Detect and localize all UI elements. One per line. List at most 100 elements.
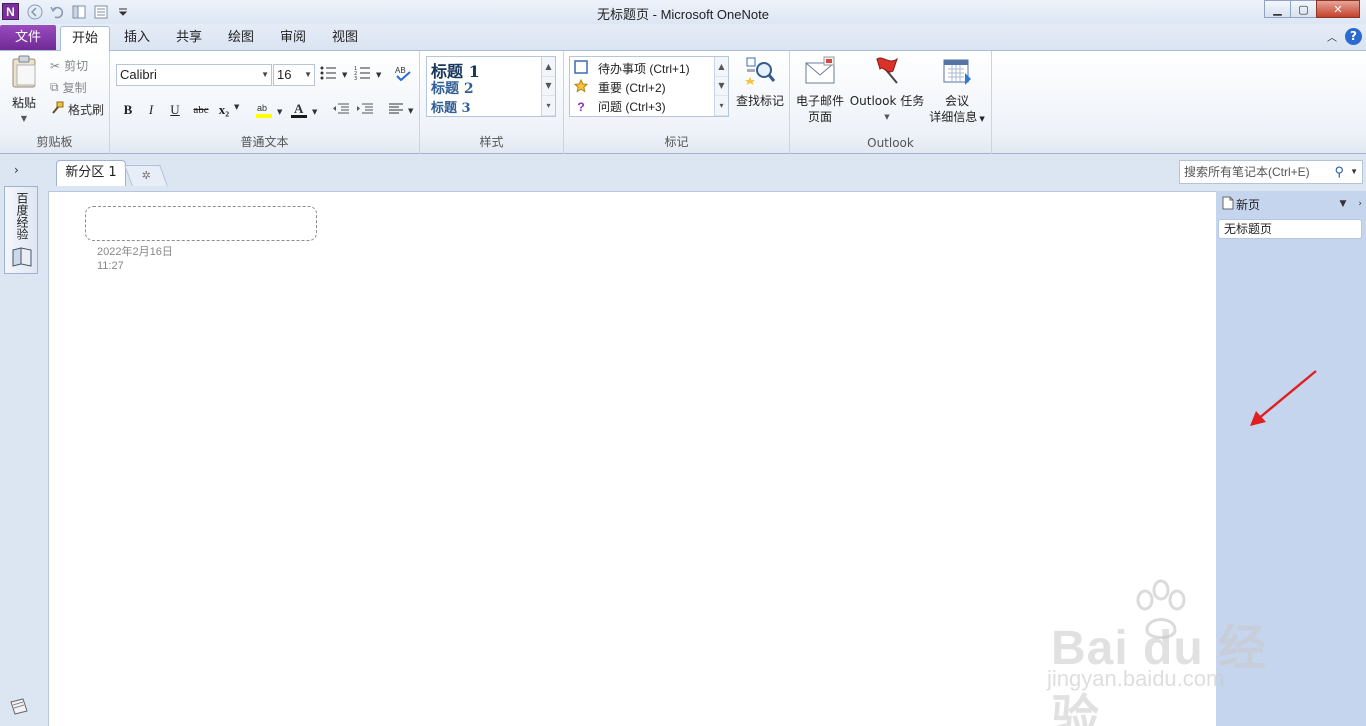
tag-question[interactable]: ? 问题 (Ctrl+3) bbox=[574, 98, 665, 115]
find-tags-icon bbox=[734, 55, 786, 91]
outdent-icon bbox=[332, 102, 350, 119]
font-size-combo[interactable]: 16 ▼ bbox=[273, 64, 315, 86]
chevron-down-icon: ▼ bbox=[261, 70, 269, 79]
font-size-value: 16 bbox=[277, 67, 292, 82]
styles-gallery-scroll[interactable]: ▲ ▼ ▾ bbox=[541, 57, 555, 116]
search-scope-dropdown-icon[interactable]: ▼ bbox=[1350, 161, 1358, 183]
svg-text:AB: AB bbox=[395, 66, 406, 75]
clipboard-group-label: 剪贴板 bbox=[36, 135, 73, 149]
page-date: 2022年2月16日 bbox=[97, 246, 173, 258]
bullets-button[interactable]: ▼ bbox=[320, 66, 347, 83]
paintbrush-icon bbox=[50, 101, 64, 118]
section-tab-new-section-1[interactable]: 新分区 1 bbox=[56, 160, 126, 186]
meeting-details-button[interactable]: 会议 详细信息 ▼ bbox=[926, 55, 988, 127]
minimize-ribbon-icon[interactable]: ︿ bbox=[1327, 29, 1337, 44]
subscript-button[interactable]: x₂ bbox=[214, 100, 234, 120]
numbered-list-icon: 123 bbox=[354, 66, 372, 83]
highlighter-icon: ab bbox=[255, 101, 273, 122]
email-page-label-2: 页面 bbox=[807, 110, 832, 124]
spelling-button[interactable]: AB bbox=[394, 65, 412, 84]
more-icon[interactable]: ▾ bbox=[715, 96, 728, 116]
font-name-value: Calibri bbox=[120, 67, 157, 82]
page-canvas[interactable]: 2022年2月16日 11:27 bbox=[48, 191, 1216, 726]
new-page-dropdown-icon[interactable]: ▼ bbox=[1339, 199, 1346, 209]
basic-text-group-label: 普通文本 bbox=[240, 135, 289, 149]
red-flag-icon bbox=[848, 55, 926, 91]
checkbox-icon bbox=[574, 60, 588, 77]
file-tab[interactable]: 文件 bbox=[0, 25, 56, 50]
tab-view[interactable]: 视图 bbox=[324, 26, 366, 51]
tags-gallery-scroll[interactable]: ▲ ▼ ▾ bbox=[714, 57, 728, 116]
tab-review[interactable]: 审阅 bbox=[272, 26, 314, 51]
find-tags-button[interactable]: 查找标记 bbox=[734, 55, 786, 109]
scroll-up-icon[interactable]: ▲ bbox=[715, 57, 728, 77]
basic-text-group: Calibri ▼ 16 ▼ ▼ 123 ▼ AB B I U abc x₂ ▼ bbox=[110, 51, 420, 154]
format-painter-button[interactable]: 格式刷 bbox=[50, 101, 104, 118]
spell-check-icon: AB bbox=[394, 65, 412, 84]
strikethrough-button[interactable]: abc bbox=[188, 100, 214, 120]
tag-todo-label: 待办事项 (Ctrl+1) bbox=[598, 62, 690, 76]
search-all-notebooks-input[interactable]: 搜索所有笔记本(Ctrl+E) ⚲ ▼ bbox=[1179, 160, 1363, 184]
numbering-button[interactable]: 123 ▼ bbox=[354, 66, 381, 83]
style-heading-3[interactable]: 标题 3 bbox=[431, 97, 471, 116]
underline-button[interactable]: U bbox=[165, 100, 185, 120]
scroll-down-icon[interactable]: ▼ bbox=[542, 77, 555, 97]
page-title-input[interactable] bbox=[85, 206, 317, 241]
tab-home[interactable]: 开始 bbox=[60, 26, 110, 51]
copy-button[interactable]: ⧉ 复制 bbox=[50, 79, 87, 96]
maximize-button[interactable]: ▢ bbox=[1290, 0, 1316, 18]
highlight-button[interactable]: ab ▼ bbox=[255, 101, 282, 122]
question-mark-icon: ? bbox=[577, 99, 585, 114]
all-notebooks-list-icon[interactable] bbox=[8, 698, 30, 719]
tag-important[interactable]: 重要 (Ctrl+2) bbox=[573, 78, 666, 96]
increase-indent-button[interactable] bbox=[356, 102, 374, 119]
meeting-details-label-1: 会议 bbox=[944, 94, 969, 108]
create-section-tab[interactable]: ✲ bbox=[124, 165, 168, 186]
expand-navigation-icon[interactable]: › bbox=[14, 163, 19, 177]
chevron-down-icon: ▼ bbox=[304, 70, 312, 79]
help-icon[interactable]: ? bbox=[1345, 28, 1362, 45]
tab-insert[interactable]: 插入 bbox=[116, 26, 158, 51]
new-page-label: 新页 bbox=[1236, 198, 1261, 212]
font-name-combo[interactable]: Calibri ▼ bbox=[116, 64, 272, 86]
window-title: 无标题页 - Microsoft OneNote bbox=[597, 7, 769, 22]
tab-draw[interactable]: 绘图 bbox=[220, 26, 262, 51]
email-page-button[interactable]: 电子邮件 页面 bbox=[794, 55, 846, 125]
email-page-icon bbox=[794, 55, 846, 91]
style-heading-2[interactable]: 标题 2 bbox=[431, 78, 474, 98]
close-button[interactable]: ✕ bbox=[1316, 0, 1360, 18]
cut-button[interactable]: ✂ 剪切 bbox=[50, 57, 88, 74]
cut-label: 剪切 bbox=[64, 59, 89, 73]
red-annotation-arrow bbox=[1250, 370, 1317, 426]
italic-button[interactable]: I bbox=[141, 100, 161, 120]
copy-icon: ⧉ bbox=[50, 80, 59, 94]
decrease-indent-button[interactable] bbox=[332, 102, 350, 119]
styles-gallery[interactable]: 标题 1 标题 2 标题 3 ▲ ▼ ▾ bbox=[426, 56, 556, 117]
search-icon[interactable]: ⚲ bbox=[1334, 161, 1344, 183]
styles-group-label: 样式 bbox=[479, 135, 504, 149]
outlook-group: 电子邮件 页面 Outlook 任务 ▼ 会议 详细信息 ▼ Outlook bbox=[790, 51, 992, 154]
paste-button[interactable]: 粘贴 ▼ bbox=[6, 55, 42, 127]
ribbon-tab-row: 文件 开始 插入 共享 绘图 审阅 视图 ︿ ? bbox=[0, 24, 1366, 51]
minimize-button[interactable]: ▁ bbox=[1264, 0, 1290, 18]
font-color-button[interactable]: A ▼ bbox=[290, 101, 317, 122]
more-icon[interactable]: ▾ bbox=[542, 96, 555, 116]
bold-button[interactable]: B bbox=[118, 100, 138, 120]
new-page-button[interactable]: 新页 bbox=[1222, 196, 1260, 213]
collapse-pane-icon[interactable]: › bbox=[1358, 199, 1362, 209]
subscript-dropdown[interactable]: ▼ bbox=[234, 103, 239, 111]
indent-icon bbox=[356, 102, 374, 119]
watermark-url: jingyan.baidu.com bbox=[1047, 666, 1225, 691]
search-placeholder: 搜索所有笔记本(Ctrl+E) bbox=[1184, 165, 1310, 179]
notebook-tab[interactable]: 百度经验 bbox=[4, 186, 38, 274]
align-button[interactable]: ▼ bbox=[388, 102, 413, 119]
page-tab-untitled[interactable]: 无标题页 bbox=[1218, 219, 1362, 239]
tags-gallery[interactable]: 待办事项 (Ctrl+1) 重要 (Ctrl+2) ? 问题 (Ctrl+3) … bbox=[569, 56, 729, 117]
format-painter-label: 格式刷 bbox=[68, 103, 105, 117]
outlook-tasks-label: Outlook 任务 bbox=[849, 94, 925, 108]
tag-todo[interactable]: 待办事项 (Ctrl+1) bbox=[574, 60, 690, 77]
scroll-up-icon[interactable]: ▲ bbox=[542, 57, 555, 77]
tab-share[interactable]: 共享 bbox=[168, 26, 210, 51]
outlook-tasks-button[interactable]: Outlook 任务 ▼ bbox=[848, 55, 926, 125]
scroll-down-icon[interactable]: ▼ bbox=[715, 77, 728, 97]
